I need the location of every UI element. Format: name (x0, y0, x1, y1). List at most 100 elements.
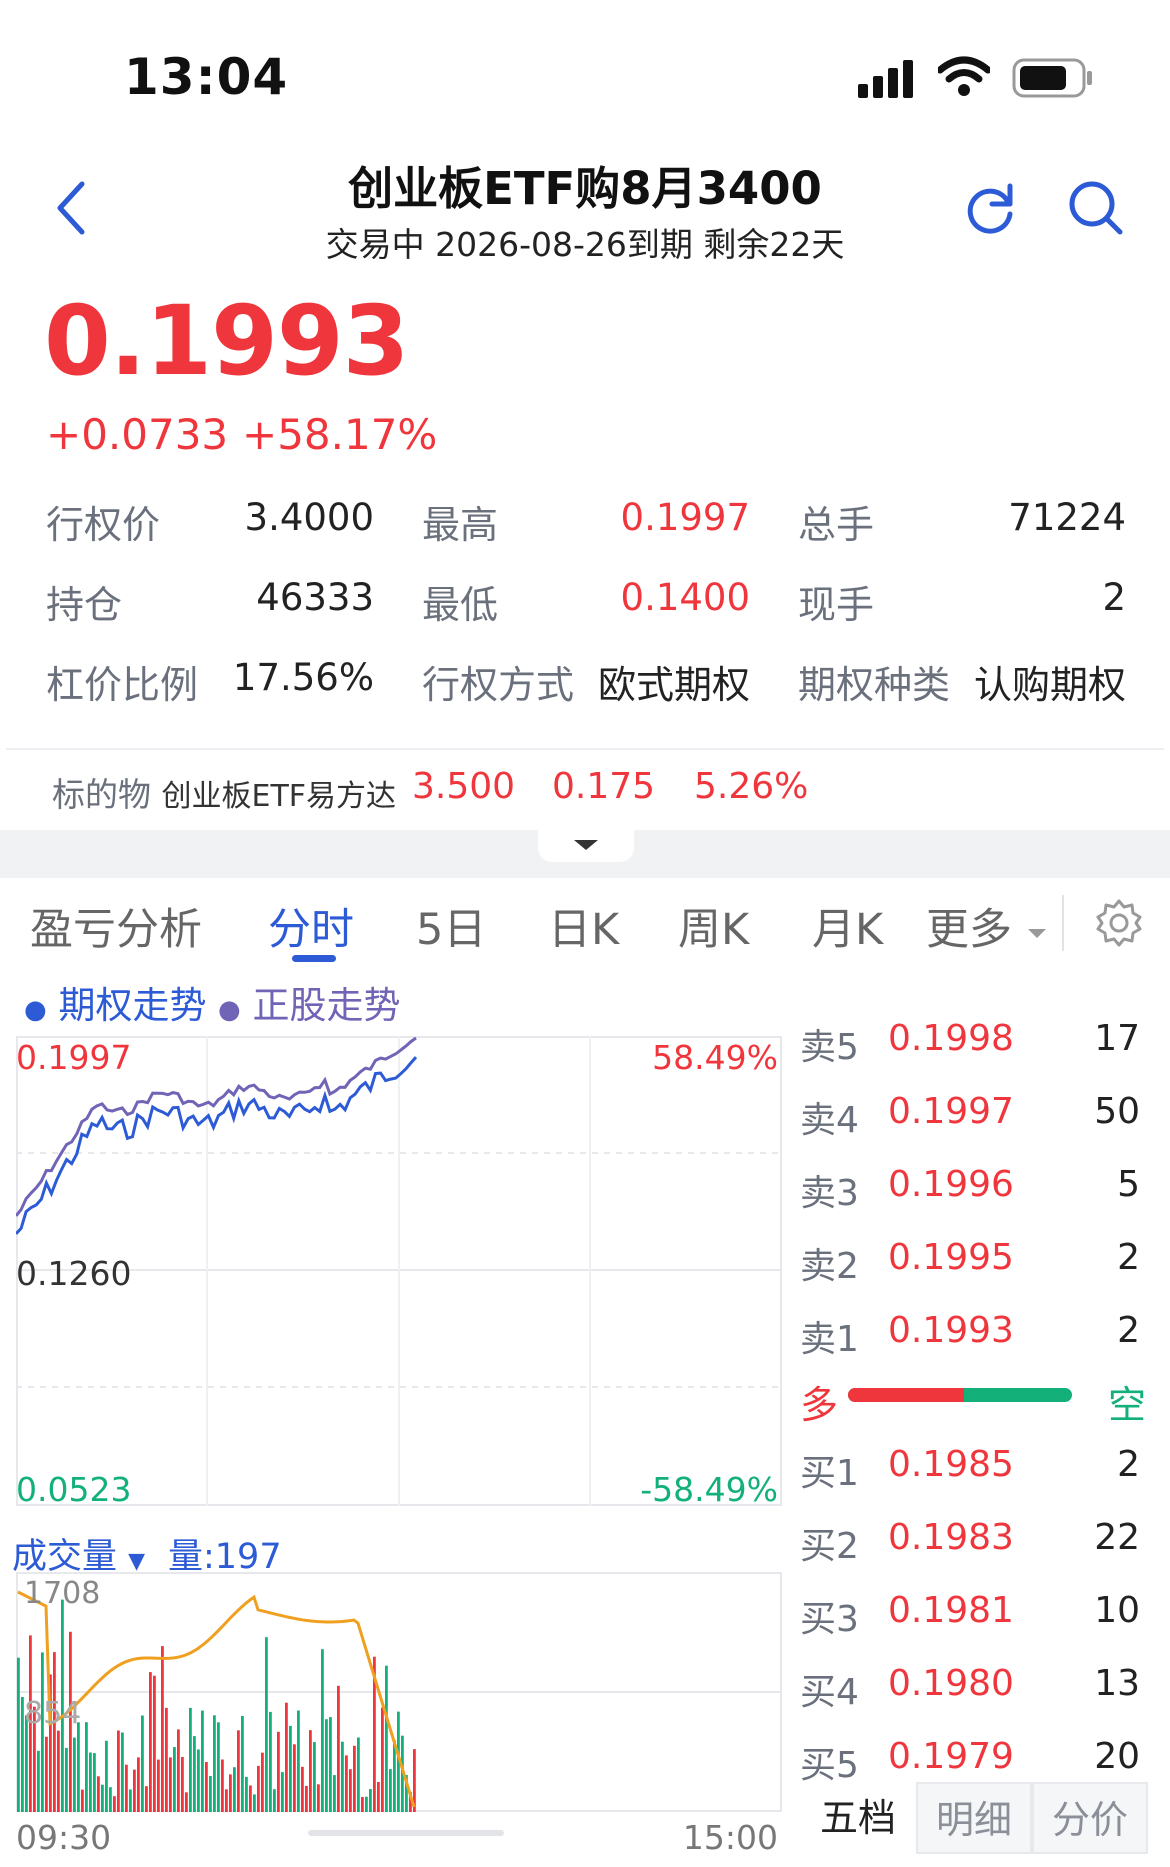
stat-value-volume: 71224 (1008, 496, 1126, 539)
bid-level-1-label: 买1 (800, 1453, 859, 1494)
bid-level-5-price[interactable]: 0.1979 (888, 1736, 1014, 1777)
tab-five-levels[interactable]: 五档 (800, 1782, 916, 1854)
ask-level-2-price[interactable]: 0.1995 (888, 1237, 1014, 1278)
volume-bar (317, 1784, 320, 1812)
battery-icon (1012, 58, 1094, 98)
volume-bar (233, 1767, 236, 1812)
volume-bar (261, 1752, 264, 1812)
volume-bar (229, 1774, 232, 1812)
ask-level-5-price[interactable]: 0.1998 (888, 1018, 1014, 1059)
volume-bar (269, 1711, 272, 1812)
ask-level-1-volume: 2 (1117, 1310, 1140, 1351)
ask-level-4-price[interactable]: 0.1997 (888, 1091, 1014, 1132)
volume-bar (325, 1719, 328, 1812)
volume-bar (189, 1707, 192, 1812)
tab-divider (1062, 895, 1064, 951)
volume-bar (205, 1762, 208, 1812)
underlying-row[interactable]: 标的物 创业板ETF易方达 (52, 768, 396, 816)
legend-option[interactable]: ● 期权走势 (24, 975, 206, 1029)
bid-level-3-price[interactable]: 0.1981 (888, 1590, 1014, 1631)
volume-bar (177, 1729, 180, 1812)
tab-weekly-k[interactable]: 周K (678, 895, 749, 957)
tab-daily-k[interactable]: 日K (548, 895, 619, 957)
ask-level-2-volume: 2 (1117, 1237, 1140, 1278)
volume-bar (137, 1757, 140, 1812)
ask-level-1-price[interactable]: 0.1993 (888, 1310, 1014, 1351)
time-axis-start: 09:30 (16, 1818, 112, 1857)
volume-bar (41, 1652, 44, 1812)
y-axis-max: 0.1997 (16, 1038, 132, 1077)
volume-bar (89, 1752, 92, 1812)
y-axis-mid: 0.1260 (16, 1254, 132, 1293)
volume-bar (333, 1775, 336, 1812)
volume-bar (181, 1757, 184, 1812)
ask-level-3-label: 卖3 (800, 1173, 859, 1214)
bid-level-3-label: 买3 (800, 1599, 859, 1640)
tab-pnl-analysis[interactable]: 盈亏分析 (30, 895, 202, 957)
volume-bar (121, 1732, 124, 1812)
volume-bar (73, 1737, 76, 1812)
collapse-toggle[interactable] (538, 828, 634, 862)
price-change-pct: +58.17% (242, 410, 438, 459)
volume-bar (209, 1776, 212, 1812)
ask-level-4-volume: 50 (1094, 1091, 1140, 1132)
bid-level-2-volume: 22 (1094, 1517, 1140, 1558)
stat-value-exercise-style: 欧式期权 (597, 663, 750, 707)
tab-intraday[interactable]: 分时 (268, 895, 354, 957)
tab-detail[interactable]: 明细 (916, 1782, 1032, 1854)
volume-bar (141, 1715, 144, 1812)
volume-bar (165, 1707, 168, 1812)
volume-bar (309, 1730, 312, 1812)
volume-bar (133, 1769, 136, 1812)
volume-bar (257, 1765, 260, 1812)
volume-bar (157, 1759, 160, 1812)
tab-more[interactable]: 更多 (926, 895, 1048, 957)
ask-level-3-price[interactable]: 0.1996 (888, 1164, 1014, 1205)
volume-bar (97, 1776, 100, 1812)
active-tab-indicator (292, 955, 336, 962)
volume-bar (101, 1784, 104, 1812)
volume-bar (213, 1715, 216, 1812)
caret-down-icon: ▼ (128, 1549, 146, 1574)
pct-axis-max: 58.49% (652, 1038, 778, 1077)
caret-down-icon (1027, 928, 1046, 938)
legend-stock[interactable]: ● 正股走势 (218, 975, 400, 1029)
ask-level-3-volume: 5 (1117, 1164, 1140, 1205)
bid-level-5-label: 买5 (800, 1745, 859, 1786)
wifi-icon (936, 56, 992, 98)
tab-5day[interactable]: 5日 (416, 895, 486, 957)
search-icon[interactable] (1066, 178, 1126, 238)
volume-bar (389, 1769, 392, 1812)
stat-label-high: 最高 (422, 503, 499, 547)
long-label: 多 (800, 1383, 839, 1427)
legend-stock-label: 正股走势 (252, 984, 401, 1027)
refresh-icon[interactable] (960, 178, 1020, 238)
ask-level-4-label: 卖4 (800, 1100, 859, 1141)
volume-bar (53, 1652, 56, 1812)
volume-bar (345, 1755, 348, 1812)
price-change: +0.0733 (46, 410, 229, 459)
volume-bar (81, 1789, 84, 1812)
volume-bar (281, 1772, 284, 1812)
bid-level-1-price[interactable]: 0.1985 (888, 1444, 1014, 1485)
volume-axis-mid: 854 (24, 1696, 82, 1731)
volume-bar (153, 1675, 156, 1812)
pct-axis-min: -58.49% (640, 1470, 778, 1509)
time-axis-scrollbar[interactable] (308, 1830, 504, 1836)
tab-monthly-k[interactable]: 月K (812, 895, 883, 957)
volume-axis-max: 1708 (24, 1576, 101, 1611)
stat-value-low: 0.1400 (620, 576, 750, 619)
signal-icon (858, 58, 918, 98)
y-axis-min: 0.0523 (16, 1470, 132, 1509)
stat-label-volume: 总手 (798, 503, 875, 547)
settings-icon[interactable] (1094, 898, 1144, 948)
underlying-change-pct: 5.26% (694, 766, 809, 807)
bid-level-2-price[interactable]: 0.1983 (888, 1517, 1014, 1558)
tab-price-distribution[interactable]: 分价 (1032, 1782, 1148, 1854)
stat-label-open-interest: 持仓 (46, 583, 123, 627)
chevron-down-icon (574, 840, 598, 850)
stat-label-exercise-style: 行权方式 (422, 663, 575, 707)
volume-bar (45, 1736, 48, 1812)
bid-level-4-price[interactable]: 0.1980 (888, 1663, 1014, 1704)
volume-bar (129, 1789, 132, 1812)
